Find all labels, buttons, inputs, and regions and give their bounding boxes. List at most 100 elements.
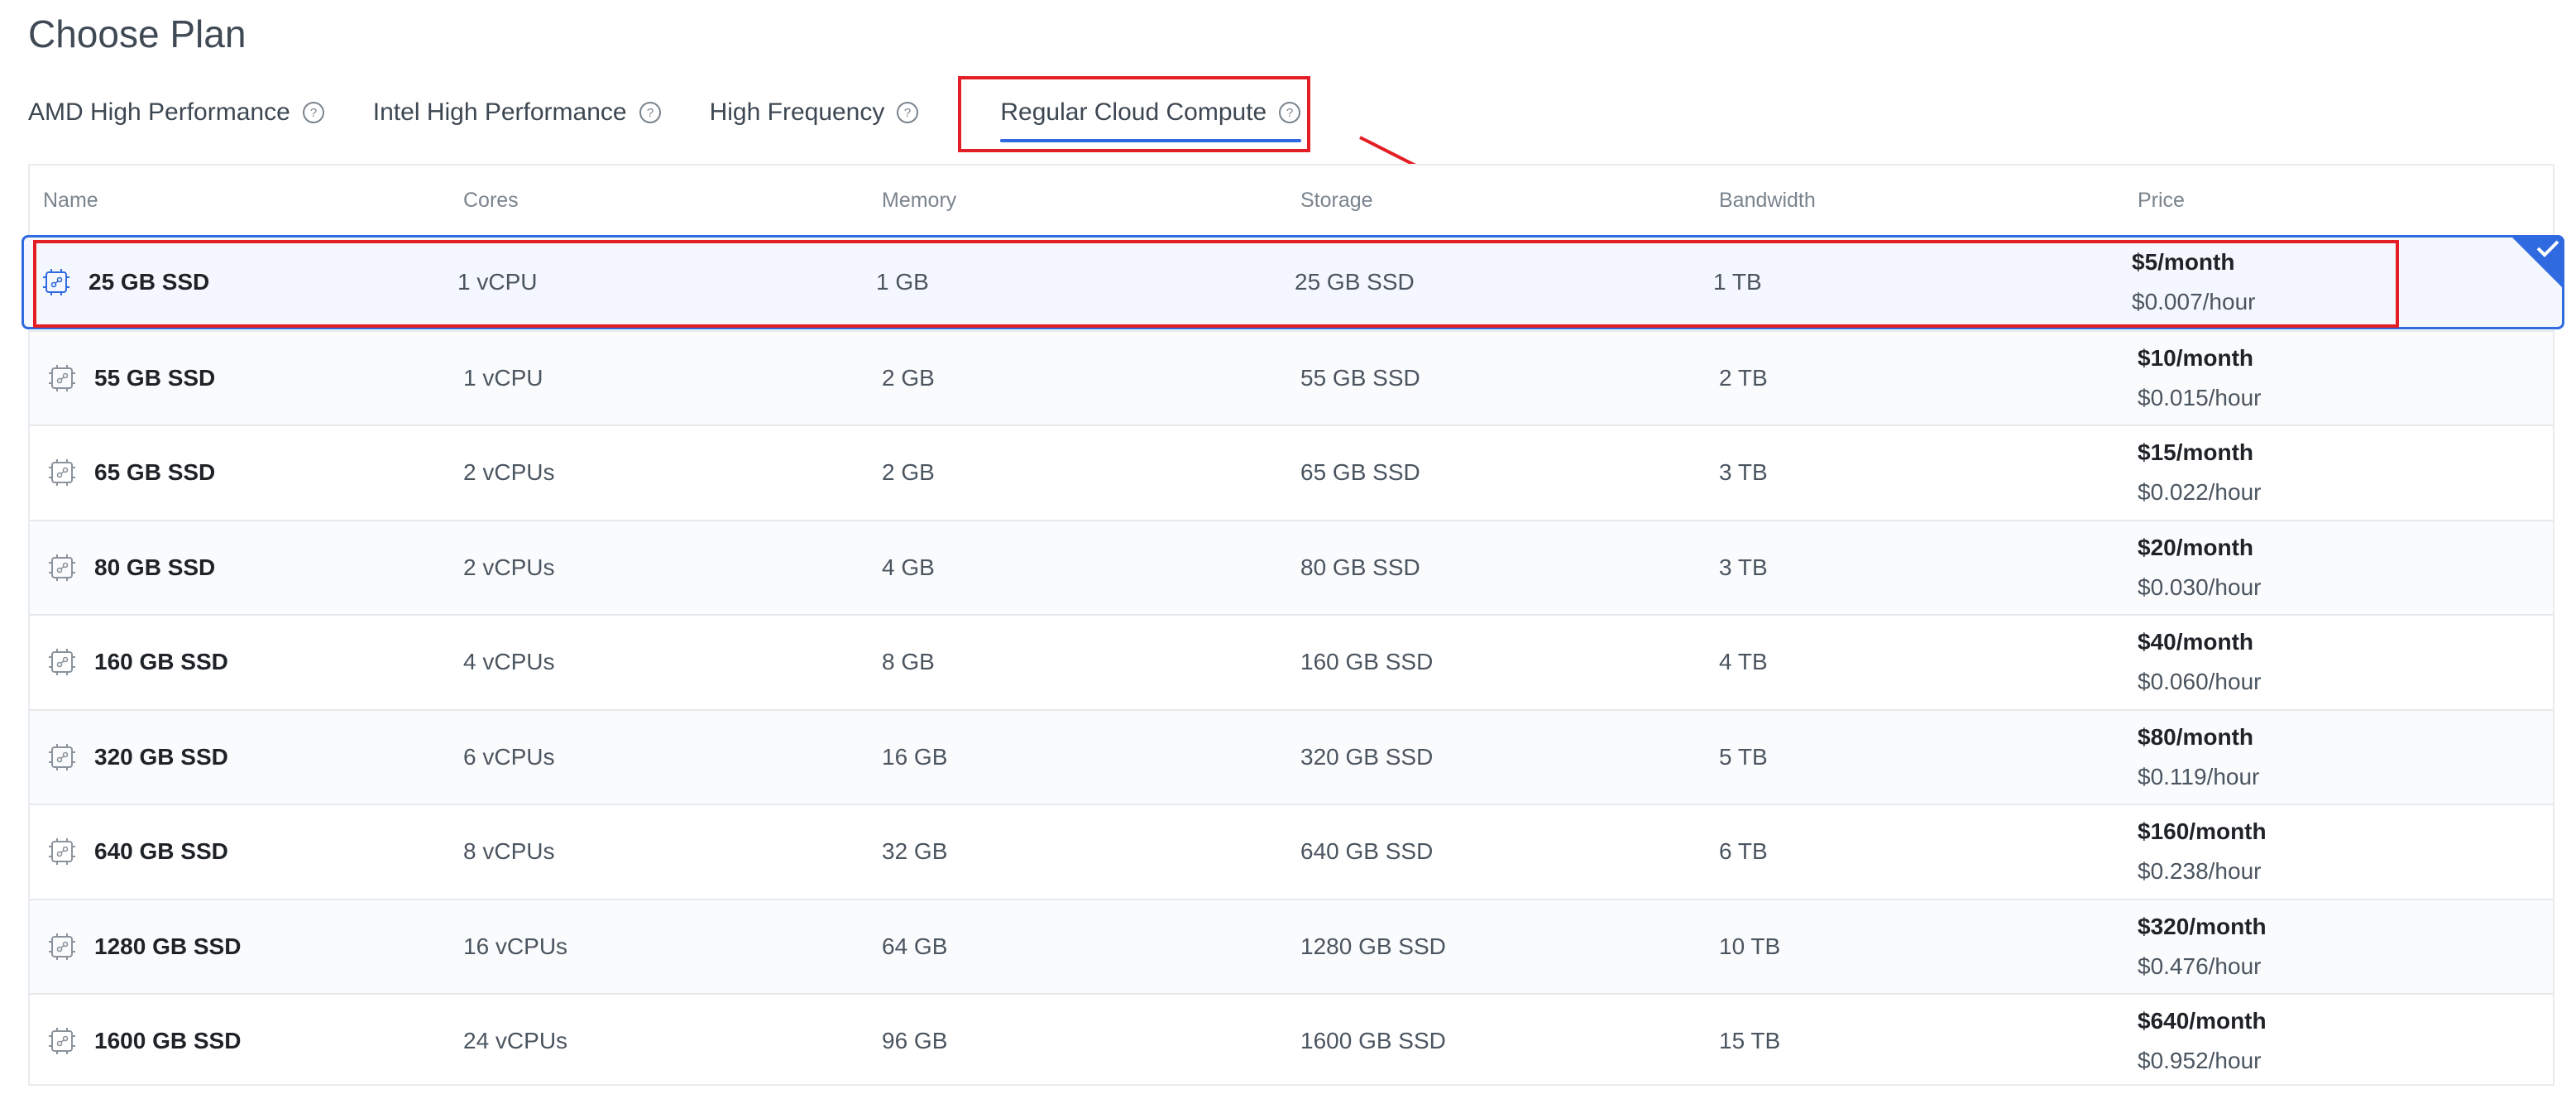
question-circle-icon[interactable]: ? <box>639 101 662 124</box>
table-row[interactable]: 55 GB SSD 1 vCPU 2 GB 55 GB SSD 2 TB $10… <box>30 329 2553 425</box>
plan-bandwidth: 5 TB <box>1719 743 1768 770</box>
plan-name-cell: 55 GB SSD <box>48 332 215 425</box>
plan-storage: 80 GB SSD <box>1300 554 1420 580</box>
plan-name-cell: 25 GB SSD <box>42 238 209 327</box>
price-hour: $0.030/hour <box>2138 573 2262 600</box>
header-cores: Cores <box>463 189 519 212</box>
tab-intel-high-performance[interactable]: Intel High Performance ? <box>373 86 662 139</box>
table-row[interactable]: 160 GB SSD 4 vCPUs 8 GB 160 GB SSD 4 TB … <box>30 614 2553 708</box>
svg-text:?: ? <box>646 106 653 120</box>
price-month: $10/month <box>2138 344 2254 371</box>
plan-price: $320/month $0.476/hour <box>2138 900 2267 993</box>
plan-name: 65 GB SSD <box>94 459 216 485</box>
plan-name: 640 GB SSD <box>94 838 228 864</box>
table-header: Name Cores Memory Storage Bandwidth Pric… <box>30 166 2553 235</box>
header-name: Name <box>43 189 98 212</box>
tab-high-frequency[interactable]: High Frequency ? <box>710 86 920 139</box>
plan-price: $20/month $0.030/hour <box>2138 521 2261 614</box>
price-month: $5/month <box>2132 249 2235 275</box>
plan-bandwidth: 10 TB <box>1719 933 1781 959</box>
tab-amd-high-performance[interactable]: AMD High Performance ? <box>28 86 325 139</box>
plan-memory: 4 GB <box>882 554 935 580</box>
plan-name-cell: 640 GB SSD <box>48 805 228 898</box>
cpu-chip-icon <box>49 933 75 960</box>
plan-storage: 65 GB SSD <box>1300 459 1420 485</box>
plan-cores: 1 vCPU <box>463 364 543 391</box>
plan-bandwidth: 3 TB <box>1719 554 1768 580</box>
plan-storage: 25 GB SSD <box>1295 269 1415 295</box>
plan-bandwidth: 4 TB <box>1719 649 1768 674</box>
table-row-selected[interactable]: 25 GB SSD 1 vCPU 1 GB 25 GB SSD 1 TB $5/… <box>22 235 2564 329</box>
plan-name: 320 GB SSD <box>94 743 228 770</box>
plan-cores: 1 vCPU <box>457 269 538 295</box>
plan-name: 160 GB SSD <box>94 649 228 674</box>
plan-storage: 160 GB SSD <box>1300 649 1434 674</box>
svg-text:?: ? <box>1286 106 1293 120</box>
plans-table: Name Cores Memory Storage Bandwidth Pric… <box>22 164 2564 1087</box>
plan-memory: 2 GB <box>882 459 935 485</box>
plan-memory: 96 GB <box>882 1028 948 1053</box>
plan-price: $10/month $0.015/hour <box>2138 332 2261 425</box>
plan-name: 25 GB SSD <box>89 269 210 295</box>
plan-price: $640/month $0.952/hour <box>2138 995 2267 1087</box>
plan-name-cell: 1600 GB SSD <box>48 995 241 1087</box>
price-hour: $0.015/hour <box>2138 384 2262 410</box>
plan-storage: 640 GB SSD <box>1300 838 1434 864</box>
price-hour: $0.007/hour <box>2132 289 2256 314</box>
plan-price: $80/month $0.119/hour <box>2138 711 2259 804</box>
plan-cores: 4 vCPUs <box>463 649 555 674</box>
plan-storage: 55 GB SSD <box>1300 364 1420 391</box>
plan-name: 80 GB SSD <box>94 554 216 580</box>
tab-label: Intel High Performance <box>372 98 627 126</box>
table-row[interactable]: 80 GB SSD 2 vCPUs 4 GB 80 GB SSD 3 TB $2… <box>30 519 2553 614</box>
question-circle-icon[interactable]: ? <box>302 101 325 124</box>
page-title: Choose Plan <box>28 12 247 55</box>
table-row[interactable]: 1600 GB SSD 24 vCPUs 96 GB 1600 GB SSD 1… <box>30 993 2553 1087</box>
price-hour: $0.022/hour <box>2138 479 2262 505</box>
price-hour: $0.952/hour <box>2138 1048 2262 1073</box>
plan-cores: 16 vCPUs <box>463 933 568 959</box>
plan-memory: 1 GB <box>876 269 929 295</box>
plan-cores: 24 vCPUs <box>463 1028 568 1053</box>
header-bandwidth: Bandwidth <box>1719 189 1816 212</box>
plan-memory: 64 GB <box>882 933 948 959</box>
plan-price: $5/month $0.007/hour <box>2132 238 2255 327</box>
price-month: $40/month <box>2138 629 2254 655</box>
tab-label: AMD High Performance <box>28 98 290 126</box>
plan-bandwidth: 1 TB <box>1713 269 1762 295</box>
plan-cores: 6 vCPUs <box>463 743 555 770</box>
plan-memory: 32 GB <box>882 838 948 864</box>
table-row[interactable]: 320 GB SSD 6 vCPUs 16 GB 320 GB SSD 5 TB… <box>30 708 2553 804</box>
plan-name: 55 GB SSD <box>94 364 216 391</box>
plan-name-cell: 80 GB SSD <box>48 521 215 614</box>
header-memory: Memory <box>882 189 957 212</box>
plan-name-cell: 320 GB SSD <box>48 711 228 804</box>
plan-cores: 8 vCPUs <box>463 838 555 864</box>
plan-storage: 1600 GB SSD <box>1300 1028 1446 1053</box>
plan-bandwidth: 15 TB <box>1719 1028 1781 1053</box>
checkmark-icon <box>2510 235 2564 290</box>
plan-storage: 320 GB SSD <box>1300 743 1434 770</box>
plan-price: $40/month $0.060/hour <box>2138 616 2261 708</box>
svg-text:?: ? <box>904 106 911 120</box>
cpu-chip-icon <box>49 364 75 391</box>
tab-regular-cloud-compute[interactable]: Regular Cloud Compute ? <box>1000 86 1302 142</box>
cpu-chip-icon <box>49 554 75 581</box>
plan-name: 1600 GB SSD <box>94 1028 242 1053</box>
table-row[interactable]: 640 GB SSD 8 vCPUs 32 GB 640 GB SSD 6 TB… <box>30 804 2553 898</box>
question-circle-icon[interactable]: ? <box>1278 101 1301 124</box>
plan-bandwidth: 6 TB <box>1719 838 1768 864</box>
plan-cores: 2 vCPUs <box>463 554 555 580</box>
cpu-chip-icon <box>49 649 75 675</box>
plan-name-cell: 1280 GB SSD <box>48 900 241 993</box>
plan-name-cell: 65 GB SSD <box>48 426 215 519</box>
cpu-chip-icon <box>49 459 75 486</box>
tab-label: High Frequency <box>709 98 885 126</box>
question-circle-icon[interactable]: ? <box>896 101 919 124</box>
table-row[interactable]: 65 GB SSD 2 vCPUs 2 GB 65 GB SSD 3 TB $1… <box>30 425 2553 519</box>
table-row[interactable]: 1280 GB SSD 16 vCPUs 64 GB 1280 GB SSD 1… <box>30 898 2553 993</box>
plan-memory: 2 GB <box>882 364 935 391</box>
price-month: $640/month <box>2138 1008 2267 1034</box>
price-month: $15/month <box>2138 439 2254 465</box>
header-storage: Storage <box>1300 189 1373 212</box>
